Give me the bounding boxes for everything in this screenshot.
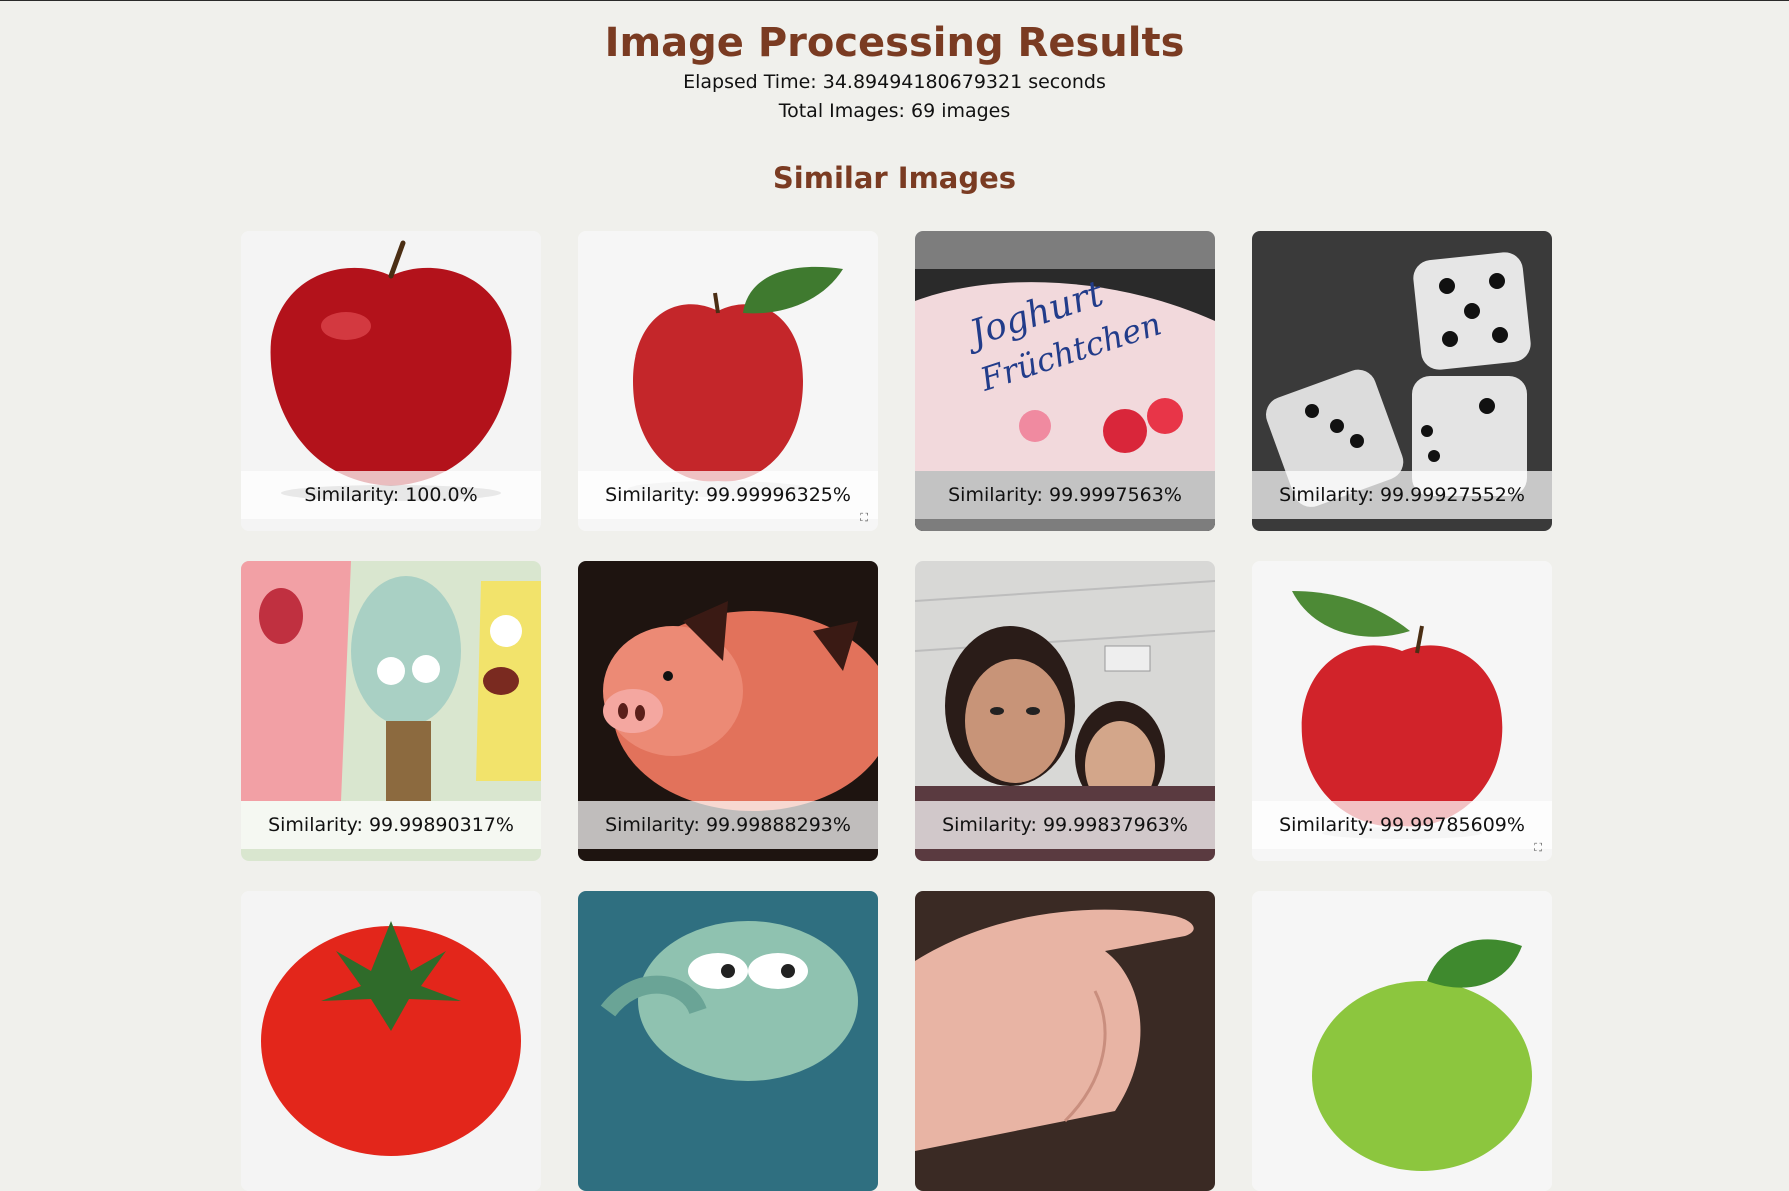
similarity-label: Similarity: 99.99996325%: [578, 471, 878, 519]
image-grid: Similarity: 100.0% Similarity: 99.999963…: [241, 231, 1552, 1191]
green-apple-icon: [1252, 891, 1552, 1191]
tomato-icon: [241, 891, 541, 1191]
image-card[interactable]: Similarity: 99.99888293%: [578, 561, 878, 861]
image-card[interactable]: Similarity: 99.99890317%: [241, 561, 541, 861]
image-card[interactable]: Similarity: 99.99996325% ⛶: [578, 231, 878, 531]
image-card[interactable]: Joghurt Früchtchen Similarity: 99.999756…: [915, 231, 1215, 531]
page-title: Image Processing Results: [604, 20, 1185, 66]
similarity-label: Similarity: 99.9997563%: [915, 471, 1215, 519]
similarity-label: Similarity: 99.99888293%: [578, 801, 878, 849]
image-card[interactable]: [1252, 891, 1552, 1191]
cartoon-squid-icon: [578, 891, 878, 1191]
image-card[interactable]: [241, 891, 541, 1191]
similarity-label: Similarity: 99.99890317%: [241, 801, 541, 849]
image-card[interactable]: Similarity: 99.99837963%: [915, 561, 1215, 861]
section-title: Similar Images: [772, 161, 1017, 195]
similarity-label: Similarity: 100.0%: [241, 471, 541, 519]
image-card[interactable]: Similarity: 99.99785609% ⛶: [1252, 561, 1552, 861]
elapsed-time: Elapsed Time: 34.89494180679321 seconds: [683, 71, 1106, 93]
similarity-label: Similarity: 99.99837963%: [915, 801, 1215, 849]
results-header: Image Processing Results Elapsed Time: 3…: [0, 18, 1789, 126]
image-card[interactable]: Similarity: 100.0%: [241, 231, 541, 531]
top-border: [0, 0, 1789, 1]
hand-icon: [915, 891, 1215, 1191]
image-card[interactable]: [578, 891, 878, 1191]
image-card[interactable]: Similarity: 99.99927552%: [1252, 231, 1552, 531]
total-images: Total Images: 69 images: [778, 100, 1011, 122]
image-card[interactable]: [915, 891, 1215, 1191]
similarity-label: Similarity: 99.99927552%: [1252, 471, 1552, 519]
expand-icon[interactable]: ⛶: [860, 511, 868, 525]
similarity-label: Similarity: 99.99785609%: [1252, 801, 1552, 849]
expand-icon[interactable]: ⛶: [1534, 841, 1542, 855]
